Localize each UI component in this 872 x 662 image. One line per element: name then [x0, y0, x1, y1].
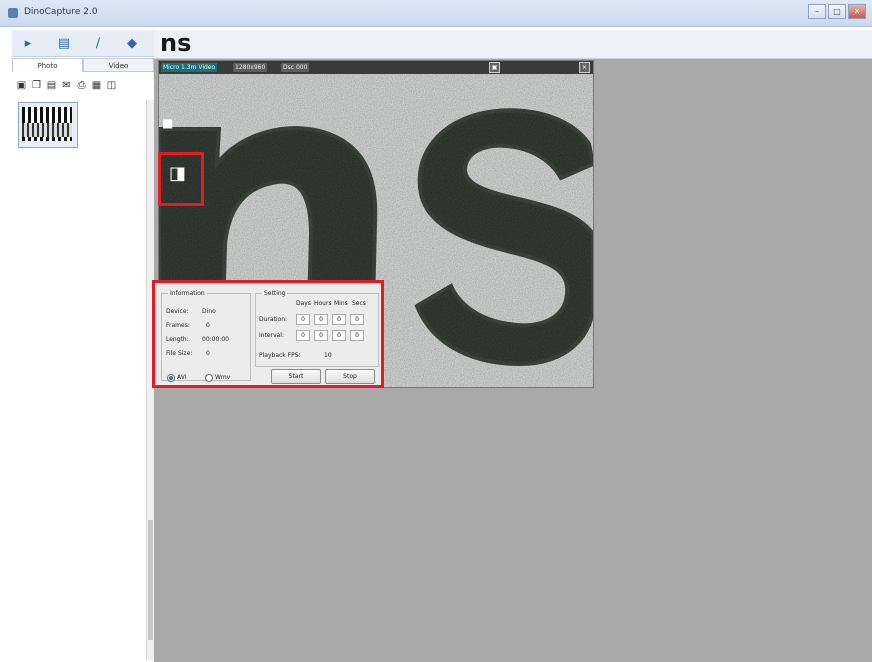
- duration-hours-input[interactable]: 0: [314, 314, 328, 325]
- device-value: Dino: [202, 308, 216, 315]
- thumbnail-toolbar: ▣ ❐ ▤ ✉ ⎙ ▦ ◫: [16, 80, 117, 91]
- interval-hours-input[interactable]: 0: [314, 330, 328, 341]
- minimize-button[interactable]: –: [808, 4, 826, 19]
- frames-label: Frames:: [166, 322, 190, 329]
- col-hours: Hours: [314, 300, 332, 307]
- col-secs: Secs: [352, 300, 366, 307]
- print-icon[interactable]: ⎙: [76, 80, 87, 91]
- preview-device-label: Micro 1.3m Video: [161, 63, 218, 72]
- main-toolbar: ns: [154, 30, 872, 59]
- preview-close-icon[interactable]: ×: [579, 62, 590, 73]
- length-label: Length:: [166, 336, 189, 343]
- timelapse-settings-panel: Information Device: Dino Frames: 0 Lengt…: [152, 280, 384, 388]
- setting-title: Setting: [262, 290, 288, 297]
- sidebar-tabs: Photo Video: [12, 58, 154, 72]
- interval-label: Interval:: [259, 332, 284, 339]
- length-value: 00:00:00: [202, 336, 229, 343]
- col-mins: Mins: [334, 300, 348, 307]
- device-label: Device:: [166, 308, 189, 315]
- interval-secs-input[interactable]: 0: [350, 330, 364, 341]
- window-title: DinoCapture 2.0: [24, 7, 98, 17]
- filesize-label: File Size:: [166, 350, 193, 357]
- app-logo: ns: [160, 29, 192, 57]
- duration-secs-input[interactable]: 0: [350, 314, 364, 325]
- setting-group: Setting Days Hours Mins Secs Duration: 0…: [255, 290, 379, 367]
- information-group: Information Device: Dino Frames: 0 Lengt…: [161, 290, 251, 381]
- page-icon[interactable]: ▤: [46, 80, 57, 91]
- copy-icon[interactable]: ❐: [31, 80, 42, 91]
- app-icon: [8, 8, 18, 18]
- save-icon[interactable]: ▣: [16, 80, 27, 91]
- duration-label: Duration:: [259, 316, 288, 323]
- tab-photo[interactable]: Photo: [12, 58, 83, 72]
- duration-mins-input[interactable]: 0: [332, 314, 346, 325]
- col-days: Days: [296, 300, 311, 307]
- close-button[interactable]: ✕: [848, 4, 866, 19]
- timer-camera-icon[interactable]: ◨: [169, 165, 186, 183]
- left-toolbar: ▸ ▤ ∕ ◆: [12, 30, 154, 57]
- list-icon[interactable]: ▤: [56, 35, 72, 51]
- email-icon[interactable]: ✉: [61, 80, 72, 91]
- wmv-label: Wmv: [215, 374, 231, 381]
- image-icon[interactable]: ▦: [91, 80, 102, 91]
- preview-header: Micro 1.3m Video 1280x960 Dsc 000 ▣ ×: [159, 61, 593, 74]
- image-thumbnail[interactable]: [18, 102, 78, 148]
- playback-fps-label: Playback FPS:: [259, 352, 301, 359]
- left-panel: ▸ ▤ ∕ ◆ Photo Video ▣ ❐ ▤ ✉ ⎙ ▦ ◫: [12, 30, 155, 660]
- playback-fps-value[interactable]: 10: [324, 352, 332, 359]
- camera-icon[interactable]: ▸: [20, 35, 36, 51]
- trash-icon[interactable]: ◫: [106, 80, 117, 91]
- snapshot-icon[interactable]: ▣: [489, 62, 500, 73]
- scrollbar-thumb[interactable]: [148, 520, 153, 640]
- interval-mins-input[interactable]: 0: [332, 330, 346, 341]
- frames-value: 0: [206, 322, 210, 329]
- interval-days-input[interactable]: 0: [296, 330, 310, 341]
- maximize-button[interactable]: □: [828, 4, 846, 19]
- duration-days-input[interactable]: 0: [296, 314, 310, 325]
- window-controls: – □ ✕: [808, 4, 866, 19]
- avi-label: AVI: [177, 374, 187, 381]
- record-timer-icon-highlight[interactable]: ◨: [158, 152, 204, 206]
- start-button[interactable]: Start: [271, 369, 321, 384]
- shield-icon[interactable]: ◆: [124, 35, 140, 51]
- information-title: Information: [168, 290, 207, 297]
- wmv-radio[interactable]: [205, 374, 213, 382]
- avi-radio[interactable]: [167, 374, 175, 382]
- thumbnail-image-detail: [22, 123, 72, 137]
- stop-button[interactable]: Stop: [325, 369, 375, 384]
- title-bar: DinoCapture 2.0 – □ ✕: [0, 0, 872, 27]
- filesize-value: 0: [206, 350, 210, 357]
- video-mode-icon[interactable]: ■: [162, 116, 173, 130]
- preview-file-label: Dsc 000: [281, 63, 310, 72]
- tab-video[interactable]: Video: [83, 58, 154, 72]
- preview-resolution-label[interactable]: 1280x960: [233, 63, 268, 72]
- pen-icon[interactable]: ∕: [90, 35, 106, 51]
